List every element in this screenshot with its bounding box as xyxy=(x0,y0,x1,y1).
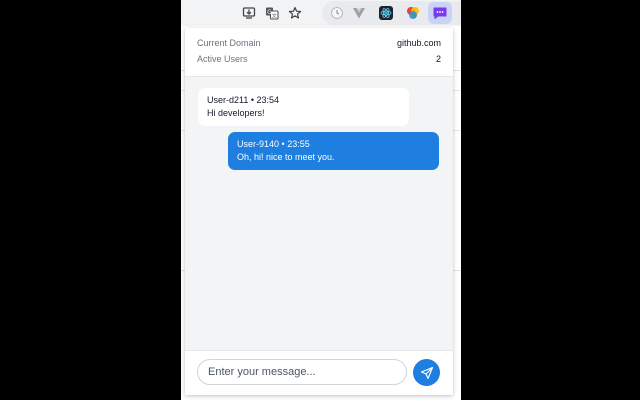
message-author: User-d211 xyxy=(207,95,249,105)
message-meta: User-d211 • 23:54 xyxy=(207,95,280,105)
browser-region: G 文 Current Domain github.com Active Use… xyxy=(181,0,461,400)
message-composer xyxy=(185,350,453,395)
extension-clock-icon[interactable] xyxy=(327,3,347,23)
active-users-value: 2 xyxy=(435,54,441,64)
install-app-icon[interactable] xyxy=(239,3,259,23)
message-bubble-outgoing: User-9140 • 23:55 Oh, hi! nice to meet y… xyxy=(228,132,439,170)
extension-react-icon[interactable] xyxy=(376,3,396,23)
domain-info-panel: Current Domain github.com Active Users 2 xyxy=(185,28,453,77)
message-bubble-incoming: User-d211 • 23:54 Hi developers! xyxy=(198,88,409,126)
current-domain-value: github.com xyxy=(396,38,441,48)
current-domain-row: Current Domain github.com xyxy=(197,38,441,52)
svg-text:文: 文 xyxy=(272,13,277,20)
bookmark-star-icon[interactable] xyxy=(285,3,305,23)
chat-popup: Current Domain github.com Active Users 2… xyxy=(185,28,453,395)
active-users-label: Active Users xyxy=(197,54,248,64)
message-time: 23:54 xyxy=(256,95,280,105)
message-meta: User-9140 • 23:55 xyxy=(237,139,310,149)
extension-vue-icon[interactable] xyxy=(349,3,369,23)
send-button[interactable] xyxy=(413,359,440,386)
translate-icon[interactable]: G 文 xyxy=(262,3,282,23)
message-text: Oh, hi! nice to meet you. xyxy=(237,152,335,162)
browser-toolbar: G 文 xyxy=(181,0,461,26)
message-time: 23:55 xyxy=(287,139,310,149)
message-input[interactable] xyxy=(197,359,407,385)
extension-color-icon[interactable] xyxy=(403,3,423,23)
current-domain-label: Current Domain xyxy=(197,38,261,48)
send-icon xyxy=(420,366,433,379)
extension-chat-icon[interactable] xyxy=(428,2,452,24)
message-author: User-9140 xyxy=(237,139,280,149)
message-text: Hi developers! xyxy=(207,108,265,118)
active-users-row: Active Users 2 xyxy=(197,54,441,68)
